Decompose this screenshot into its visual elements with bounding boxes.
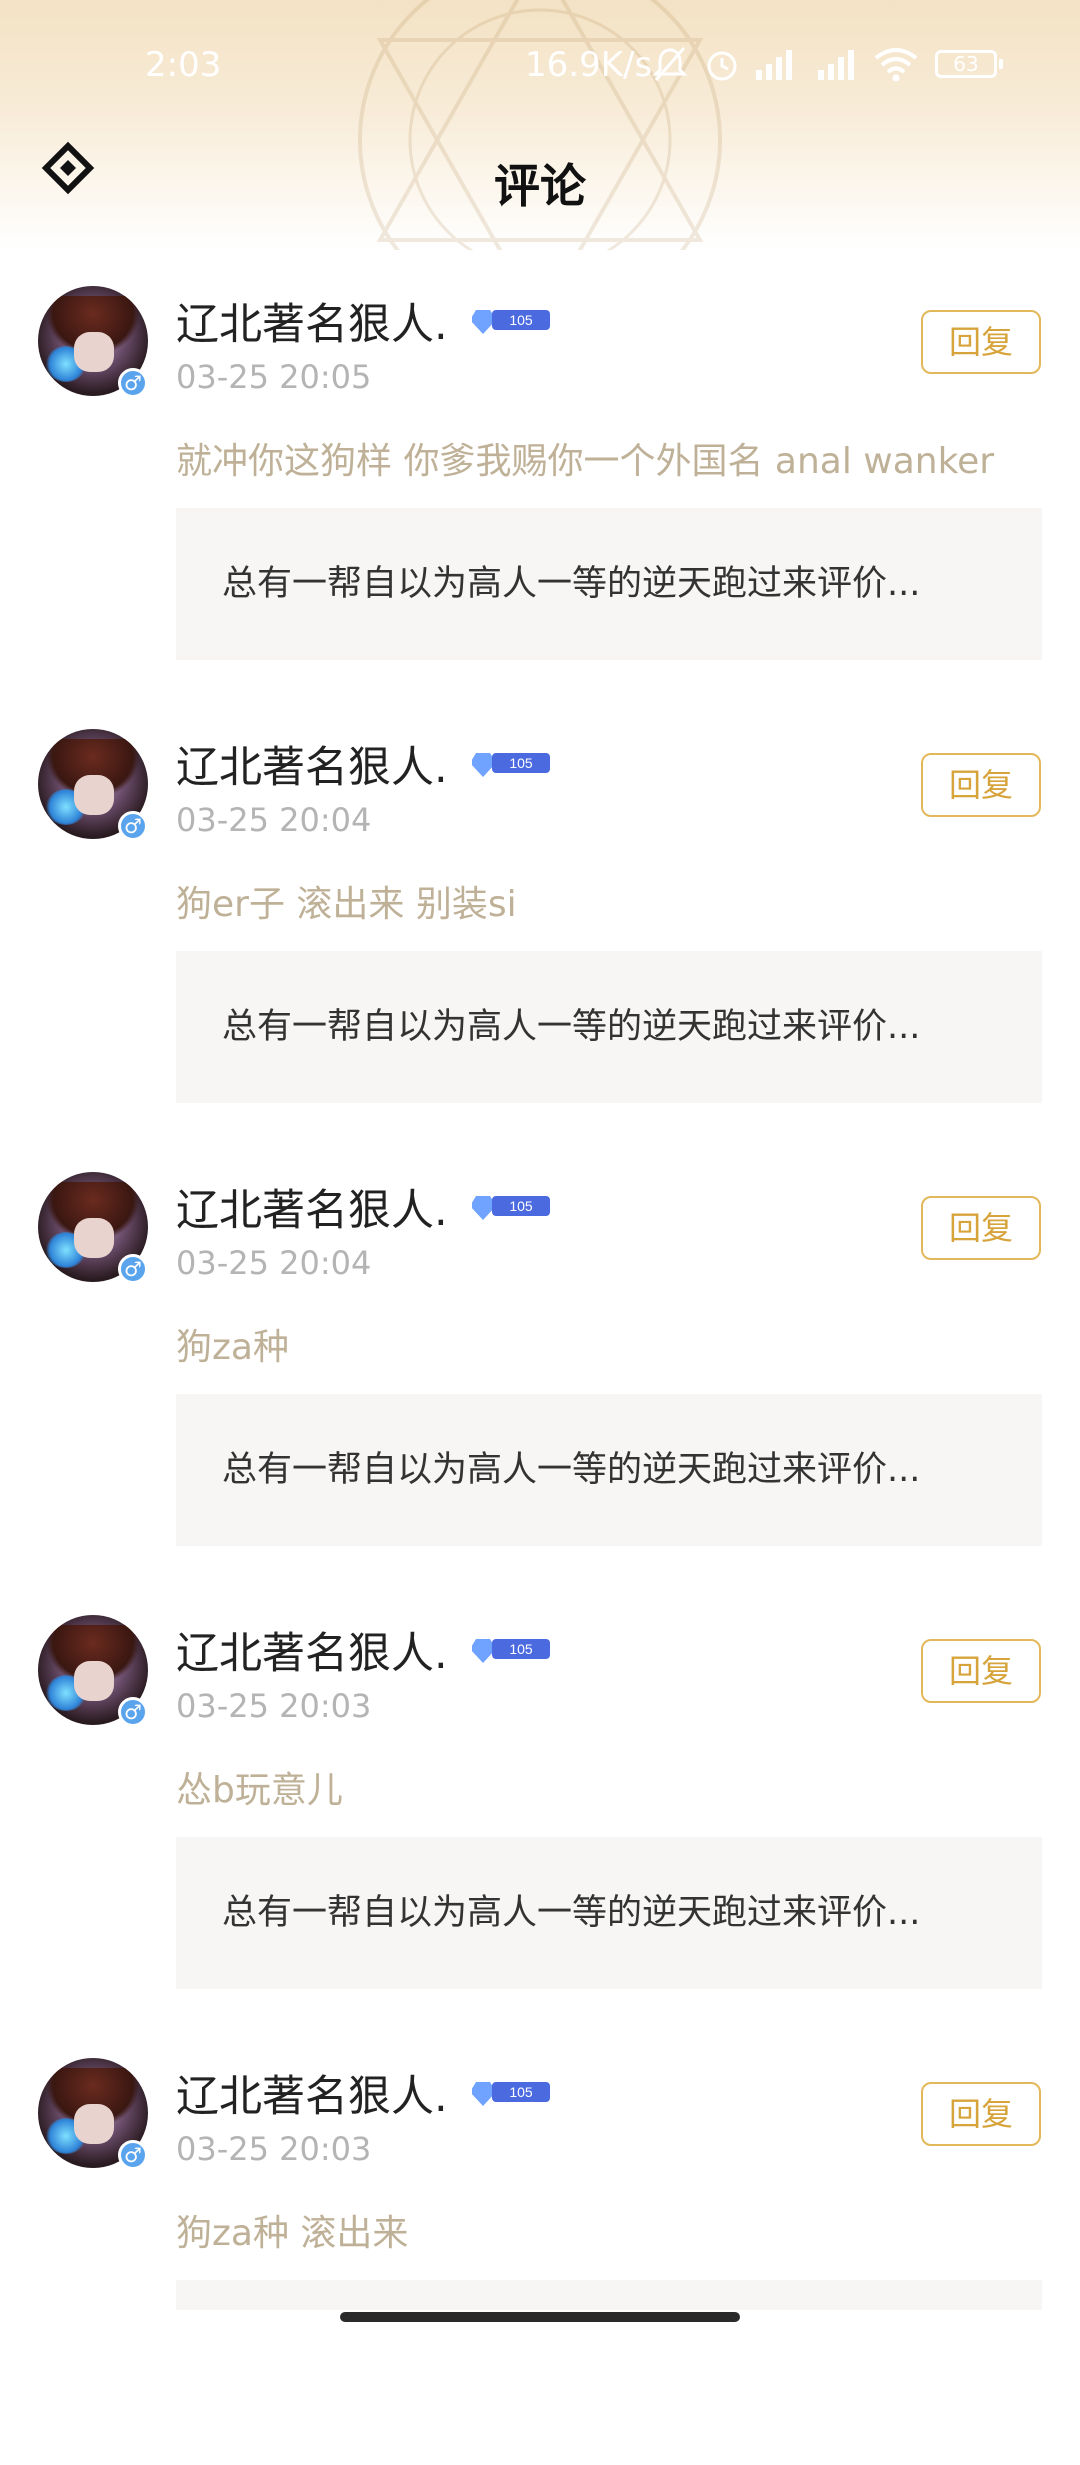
- comment-text: 狗er子 滚出来 别装si: [176, 884, 517, 925]
- male-gender-icon: ♂: [118, 368, 148, 398]
- svg-text:105: 105: [509, 312, 533, 328]
- male-gender-icon: ♂: [118, 1697, 148, 1727]
- wifi-icon: [874, 48, 918, 82]
- svg-text:105: 105: [509, 1641, 533, 1657]
- comment-date: 03-25 20:03: [176, 1687, 372, 1725]
- comment-date: 03-25 20:03: [176, 2130, 372, 2168]
- comment-date: 03-25 20:05: [176, 358, 372, 396]
- svg-text:105: 105: [509, 755, 533, 771]
- male-gender-icon: ♂: [118, 1254, 148, 1284]
- male-gender-icon: ♂: [118, 2140, 148, 2170]
- status-bar: 2:03 16.9K/s 63: [0, 0, 1080, 130]
- comment-item: ♂ 辽北著名狠人. 105 03-25 20:04 回复 狗za种 总有一帮自以…: [0, 1136, 1080, 1579]
- comment-date: 03-25 20:04: [176, 1244, 372, 1282]
- comment-item: ♂ 辽北著名狠人. 105 03-25 20:05 回复 就冲你这狗样 你爹我赐…: [0, 250, 1080, 693]
- reply-button[interactable]: 回复: [921, 310, 1041, 374]
- mute-bell-icon: [652, 47, 688, 81]
- signal-hd-icon: [818, 50, 854, 80]
- level-badge-icon: 105: [472, 1639, 550, 1663]
- signal-hd-icon: [756, 50, 792, 80]
- comment-list: ♂ 辽北著名狠人. 105 03-25 20:05 回复 就冲你这狗样 你爹我赐…: [0, 250, 1080, 2465]
- comment-date: 03-25 20:04: [176, 801, 372, 839]
- battery-indicator: 63: [935, 50, 1003, 78]
- alarm-icon: [707, 51, 737, 81]
- level-badge-icon: 105: [472, 1196, 550, 1220]
- username[interactable]: 辽北著名狠人.: [176, 290, 448, 352]
- comment-text: 就冲你这狗样 你爹我赐你一个外国名 anal wanker: [176, 441, 995, 482]
- svg-text:105: 105: [509, 2084, 533, 2100]
- quoted-post[interactable]: 总有一帮自以为高人一等的逆天跑过来评价...: [176, 1837, 1042, 1989]
- male-gender-icon: ♂: [118, 811, 148, 841]
- reply-button[interactable]: 回复: [921, 753, 1041, 817]
- page-title: 评论: [494, 159, 586, 213]
- reply-button[interactable]: 回复: [921, 2082, 1041, 2146]
- comment-text: 狗za种 滚出来: [176, 2213, 409, 2254]
- comment-item: ♂ 辽北著名狠人. 105 03-25 20:03 回复 怂b玩意儿 总有一帮自…: [0, 1579, 1080, 2022]
- home-indicator[interactable]: [340, 2312, 740, 2322]
- quoted-post[interactable]: 总有一帮自以为高人一等的逆天跑过来评价...: [176, 1394, 1042, 1546]
- network-speed: 16.9K/s: [525, 45, 653, 85]
- username[interactable]: 辽北著名狠人.: [176, 1619, 448, 1681]
- comment-item: ♂ 辽北著名狠人. 105 03-25 20:04 回复 狗er子 滚出来 别装…: [0, 693, 1080, 1136]
- svg-text:105: 105: [509, 1198, 533, 1214]
- username[interactable]: 辽北著名狠人.: [176, 733, 448, 795]
- quoted-post[interactable]: [176, 2280, 1042, 2310]
- level-badge-icon: 105: [472, 310, 550, 334]
- comment-text: 狗za种: [176, 1327, 289, 1368]
- comment-item: ♂ 辽北著名狠人. 105 03-25 20:03 回复 狗za种 滚出来: [0, 2022, 1080, 2465]
- comment-text: 怂b玩意儿: [176, 1770, 343, 1811]
- reply-button[interactable]: 回复: [921, 1196, 1041, 1260]
- quoted-post[interactable]: 总有一帮自以为高人一等的逆天跑过来评价...: [176, 951, 1042, 1103]
- level-badge-icon: 105: [472, 2082, 550, 2106]
- username[interactable]: 辽北著名狠人.: [176, 2062, 448, 2124]
- status-time: 2:03: [145, 45, 222, 85]
- username[interactable]: 辽北著名狠人.: [176, 1176, 448, 1238]
- quoted-post[interactable]: 总有一帮自以为高人一等的逆天跑过来评价...: [176, 508, 1042, 660]
- reply-button[interactable]: 回复: [921, 1639, 1041, 1703]
- level-badge-icon: 105: [472, 753, 550, 777]
